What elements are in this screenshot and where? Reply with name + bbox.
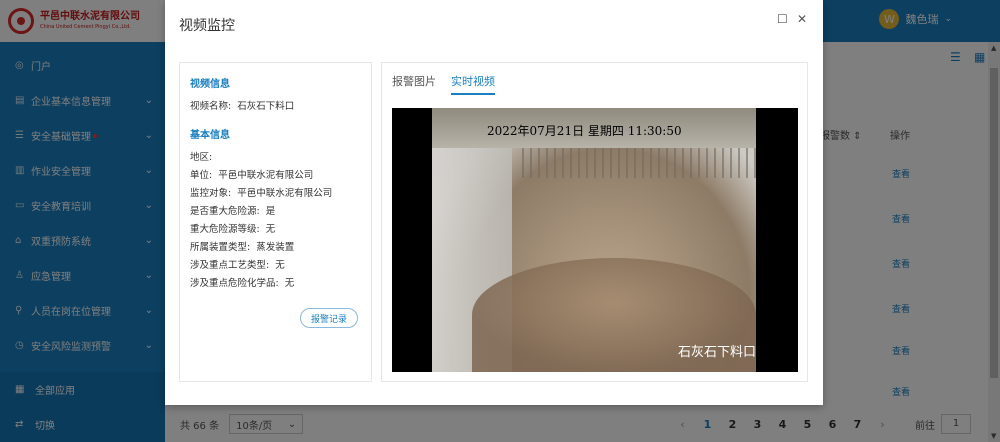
field-value: 无	[265, 224, 276, 235]
field-hazard-level: 重大危险源等级: 无	[190, 221, 361, 239]
tab-live-video[interactable]: 实时视频	[451, 73, 495, 95]
close-icon[interactable]: ✕	[797, 12, 807, 26]
field-label: 涉及重点工艺类型:	[190, 260, 270, 271]
video-info-title: 视频信息	[190, 79, 230, 90]
field-hazardous-chemicals: 涉及重点危险化学品: 无	[190, 275, 361, 293]
camera-feed: 2022年07月21日 星期四 11:30:50	[432, 108, 756, 372]
field-value: 是	[265, 206, 276, 217]
tab-alarm-images[interactable]: 报警图片	[392, 73, 436, 95]
video-panel: 报警图片 实时视频 2022年07月21日 星期四 11:30:50 石灰石下料…	[381, 62, 808, 382]
field-label: 涉及重点危险化学品:	[190, 278, 279, 289]
info-panel: 视频信息 视频名称: 石灰石下料口 基本信息 地区: 单位: 平邑中联水泥有限公司 …	[179, 62, 372, 382]
video-name-label: 视频名称:	[190, 101, 232, 112]
field-value: 平邑中联水泥有限公司	[237, 188, 333, 199]
video-camera-name: 石灰石下料口	[677, 345, 756, 360]
video-name-value: 石灰石下料口	[237, 101, 295, 112]
live-video-player[interactable]: 2022年07月21日 星期四 11:30:50 石灰石下料口	[392, 108, 798, 372]
field-label: 所属装置类型:	[190, 242, 251, 253]
video-name-row: 视频名称: 石灰石下料口	[190, 98, 361, 116]
field-region: 地区:	[190, 149, 361, 167]
field-label: 重大危险源等级:	[190, 224, 260, 235]
camera-scene-railing	[522, 148, 756, 178]
field-monitor-object: 监控对象: 平邑中联水泥有限公司	[190, 185, 361, 203]
alarm-record-button[interactable]: 报警记录	[300, 308, 358, 328]
field-value: 无	[275, 260, 285, 271]
field-major-hazard: 是否重大危险源: 是	[190, 203, 361, 221]
field-label: 单位:	[190, 170, 213, 181]
field-value: 无	[284, 278, 295, 289]
field-unit: 单位: 平邑中联水泥有限公司	[190, 167, 361, 185]
maximize-icon[interactable]: ☐	[777, 12, 788, 26]
field-device-type: 所属装置类型: 蒸发装置	[190, 239, 361, 257]
field-process-type: 涉及重点工艺类型: 无	[190, 257, 361, 275]
video-timestamp: 2022年07月21日 星期四 11:30:50	[487, 124, 682, 138]
dialog-title: 视频监控	[179, 18, 235, 34]
field-value: 平邑中联水泥有限公司	[218, 170, 314, 181]
video-tabs: 报警图片 实时视频	[392, 73, 495, 95]
field-value: 蒸发装置	[256, 242, 295, 253]
video-monitor-dialog: 视频监控 ☐ ✕ 视频信息 视频名称: 石灰石下料口 基本信息 地区: 单位: 平邑…	[165, 0, 823, 405]
field-label: 地区:	[190, 152, 213, 163]
field-label: 监控对象:	[190, 188, 232, 199]
field-label: 是否重大危险源:	[190, 206, 260, 217]
basic-info-title: 基本信息	[190, 130, 230, 141]
